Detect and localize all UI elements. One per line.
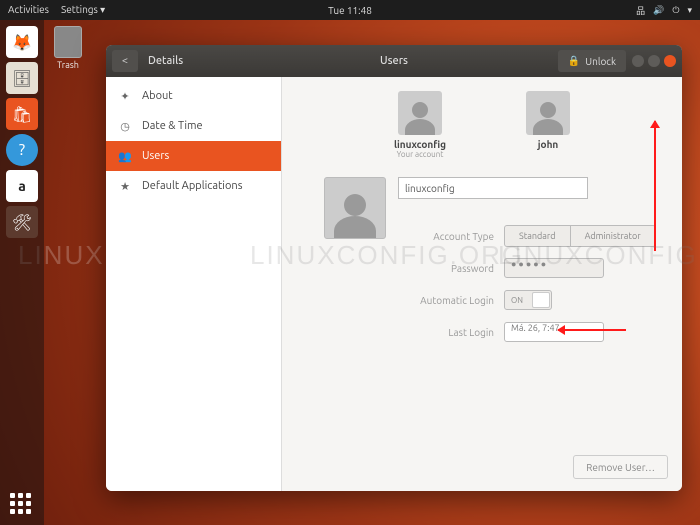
annotation-arrow-icon — [654, 121, 656, 251]
account-type-label: Account Type — [398, 231, 494, 242]
sidebar-item-datetime[interactable]: ◷ Date & Time — [106, 111, 281, 141]
trash-label: Trash — [54, 60, 82, 70]
show-apps-icon[interactable] — [10, 493, 34, 517]
password-label: Password — [398, 263, 494, 274]
power-icon[interactable]: ⏻ — [672, 5, 679, 16]
users-icon: 👥 — [118, 150, 132, 163]
sidebar: ✦ About ◷ Date & Time 👥 Users ★ Default … — [106, 77, 282, 491]
star-icon: ★ — [118, 180, 132, 193]
remove-user-button[interactable]: Remove User… — [573, 455, 668, 479]
maximize-button[interactable] — [648, 55, 660, 67]
user-name: john — [526, 139, 570, 150]
sidebar-item-about[interactable]: ✦ About — [106, 81, 281, 111]
clock-icon: ◷ — [118, 120, 132, 133]
last-login-label: Last Login — [398, 327, 494, 338]
close-button[interactable] — [664, 55, 676, 67]
username-input[interactable] — [398, 177, 588, 199]
amazon-icon[interactable]: a — [6, 170, 38, 202]
standard-button[interactable]: Standard — [504, 225, 571, 247]
back-button[interactable]: < — [112, 50, 138, 72]
dock: 🦊 🗄 🛍 ? a 🛠 — [0, 20, 44, 525]
annotation-arrow-icon — [558, 329, 626, 331]
sidebar-item-users[interactable]: 👥 Users — [106, 141, 281, 171]
toggle-state: ON — [511, 296, 523, 305]
password-field[interactable]: ●●●●● — [504, 258, 604, 278]
star-icon: ✦ — [118, 90, 132, 103]
system-tray[interactable]: 品 🔊 ⏻ ▾ — [636, 4, 692, 17]
trash-desktop-icon[interactable]: Trash — [54, 26, 82, 70]
lock-icon: 🔒 — [568, 55, 580, 67]
sidebar-item-label: Default Applications — [142, 180, 242, 192]
content-pane: linuxconfig Your account john Account Ty… — [282, 77, 682, 491]
unlock-label: Unlock — [585, 56, 616, 67]
trash-icon — [54, 26, 82, 58]
account-type-segmented: Standard Administrator — [504, 225, 656, 247]
help-icon[interactable]: ? — [6, 134, 38, 166]
avatar — [398, 91, 442, 135]
software-icon[interactable]: 🛍 — [6, 98, 38, 130]
settings-window: < Details Users 🔒 Unlock ✦ About ◷ Date … — [106, 45, 682, 491]
auto-login-label: Automatic Login — [398, 295, 494, 306]
user-name: linuxconfig — [394, 139, 446, 150]
settings-icon[interactable]: 🛠 — [6, 206, 38, 238]
sidebar-item-label: Date & Time — [142, 120, 203, 132]
clock[interactable]: Tue 11:48 — [328, 5, 372, 16]
sidebar-item-default-apps[interactable]: ★ Default Applications — [106, 171, 281, 201]
network-icon[interactable]: 品 — [636, 4, 645, 17]
toggle-knob — [532, 292, 550, 308]
auto-login-toggle[interactable]: ON — [504, 290, 552, 310]
files-icon[interactable]: 🗄 — [6, 62, 38, 94]
user-card[interactable]: linuxconfig Your account — [394, 91, 446, 159]
page-title: Users — [380, 55, 408, 67]
volume-icon[interactable]: 🔊 — [653, 5, 664, 16]
minimize-button[interactable] — [632, 55, 644, 67]
sidebar-item-label: About — [142, 90, 173, 102]
chevron-down-icon[interactable]: ▾ — [687, 5, 692, 16]
section-title: Details — [148, 55, 183, 67]
top-panel: Activities Settings ▾ Tue 11:48 品 🔊 ⏻ ▾ — [0, 0, 700, 20]
firefox-icon[interactable]: 🦊 — [6, 26, 38, 58]
avatar-large[interactable] — [324, 177, 386, 239]
titlebar: < Details Users 🔒 Unlock — [106, 45, 682, 77]
user-sub: Your account — [394, 150, 446, 159]
avatar — [526, 91, 570, 135]
administrator-button[interactable]: Administrator — [571, 225, 656, 247]
unlock-button[interactable]: 🔒 Unlock — [558, 50, 626, 72]
activities-button[interactable]: Activities — [8, 4, 49, 16]
sidebar-item-label: Users — [142, 150, 169, 162]
user-card[interactable]: john — [526, 91, 570, 159]
app-menu[interactable]: Settings ▾ — [61, 4, 105, 16]
